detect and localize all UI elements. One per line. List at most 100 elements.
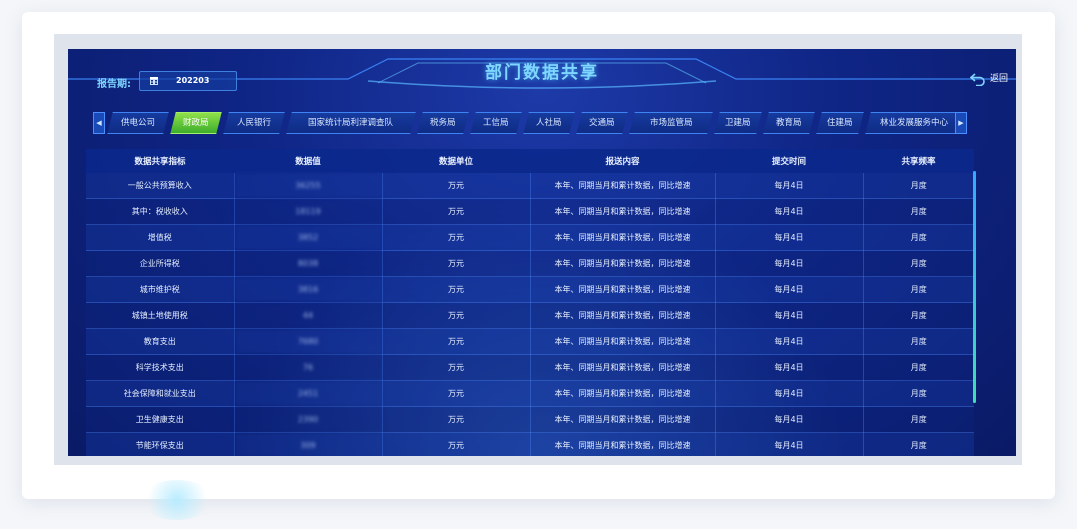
table-cell: 万元 — [382, 432, 531, 456]
dashboard-screen: 部门数据共享 报告期: 202203 返回 ◀ 供电公司 财政局 人民银行 国家统计局… — [68, 49, 1016, 456]
table-header-row: 数据共享指标 数据值 数据单位 报送内容 提交时间 共享频率 — [86, 149, 974, 173]
tab-4[interactable]: 税务局 — [417, 112, 469, 134]
column-header: 数据值 — [234, 149, 382, 173]
table-cell: 月度 — [863, 198, 974, 225]
back-arrow-icon — [969, 72, 985, 86]
data-table-container: 数据共享指标 数据值 数据单位 报送内容 提交时间 共享频率 一般公共预算收入 36255 万… — [86, 149, 974, 456]
tab-label: 供电公司 — [120, 118, 155, 128]
table-cell: 每月4日 — [715, 224, 864, 251]
calendar-icon — [150, 77, 158, 85]
table-cell: 3816 — [234, 276, 383, 303]
table-row: 教育支出 7680 万元 本年、同期当月和累计数据，同比增速 每月4日 月度 — [86, 328, 974, 355]
table-row: 社会保障和就业支出 2451 万元 本年、同期当月和累计数据，同比增速 每月4日 月度 — [86, 380, 974, 407]
tab-1[interactable]: 财政局 — [170, 112, 222, 134]
table-cell: 万元 — [382, 198, 531, 225]
table-cell: 每月4日 — [715, 406, 864, 433]
table-row: 增值税 3852 万元 本年、同期当月和累计数据，同比增速 每月4日 月度 — [86, 224, 974, 251]
data-share-table: 数据共享指标 数据值 数据单位 报送内容 提交时间 共享频率 一般公共预算收入 36255 万… — [86, 149, 974, 456]
back-button[interactable]: 返回 — [969, 71, 1008, 87]
table-cell: 8038 — [234, 250, 383, 277]
tab-label: 教育局 — [776, 118, 802, 128]
tab-label: 工信局 — [483, 118, 509, 128]
table-cell: 万元 — [382, 250, 531, 277]
tab-label: 国家统计局利津调查队 — [308, 118, 394, 128]
table-cell: 月度 — [863, 354, 974, 381]
column-header: 报送内容 — [530, 149, 715, 173]
tab-0[interactable]: 供电公司 — [107, 112, 169, 134]
table-cell: 本年、同期当月和累计数据，同比增速 — [530, 354, 716, 381]
table-cell: 万元 — [382, 380, 531, 407]
tab-6[interactable]: 人社局 — [523, 112, 575, 134]
table-cell: 教育支出 — [86, 328, 235, 355]
column-header: 共享频率 — [863, 149, 974, 173]
table-cell: 每月4日 — [715, 276, 864, 303]
table-cell: 7680 — [234, 328, 383, 355]
table-cell: 社会保障和就业支出 — [86, 380, 235, 407]
table-row: 一般公共预算收入 36255 万元 本年、同期当月和累计数据，同比增速 每月4日 月度 — [86, 173, 974, 199]
table-cell: 本年、同期当月和累计数据，同比增速 — [530, 328, 716, 355]
tab-9[interactable]: 卫建局 — [714, 112, 762, 134]
tabs-scroll-right-button[interactable]: ▶ — [955, 112, 967, 134]
table-row: 企业所得税 8038 万元 本年、同期当月和累计数据，同比增速 每月4日 月度 — [86, 250, 974, 277]
table-cell: 每月4日 — [715, 380, 864, 407]
tab-label: 人民银行 — [236, 118, 271, 128]
table-cell: 月度 — [863, 276, 974, 303]
table-cell: 月度 — [863, 250, 974, 277]
table-cell: 万元 — [382, 328, 531, 355]
department-tabs: 供电公司 财政局 人民银行 国家统计局利津调查队 税务局 工信局 人社局 交通局 市场监管局 卫建… — [92, 112, 968, 134]
table-cell: 万元 — [382, 276, 531, 303]
table-cell: 44 — [234, 302, 383, 329]
tab-2[interactable]: 人民银行 — [223, 112, 285, 134]
table-cell: 本年、同期当月和累计数据，同比增速 — [530, 173, 716, 199]
table-cell: 18119 — [234, 198, 383, 225]
table-cell: 76 — [234, 354, 383, 381]
table-row: 其中：税收收入 18119 万元 本年、同期当月和累计数据，同比增速 每月4日 月度 — [86, 198, 974, 225]
tab-5[interactable]: 工信局 — [470, 112, 522, 134]
table-row: 城镇土地使用税 44 万元 本年、同期当月和累计数据，同比增速 每月4日 月度 — [86, 302, 974, 329]
table-cell: 本年、同期当月和累计数据，同比增速 — [530, 224, 716, 251]
table-cell: 月度 — [863, 302, 974, 329]
tab-label: 卫建局 — [725, 118, 751, 128]
table-cell: 每月4日 — [715, 250, 864, 277]
table-cell: 其中：税收收入 — [86, 198, 235, 225]
report-period-value: 202203 — [176, 76, 210, 85]
table-scrollbar-thumb[interactable] — [973, 171, 976, 403]
table-cell: 企业所得税 — [86, 250, 235, 277]
table-cell: 城市维护税 — [86, 276, 235, 303]
tab-label: 林业发展服务中心 — [879, 118, 948, 128]
tab-3[interactable]: 国家统计局利津调查队 — [286, 112, 416, 134]
table-cell: 本年、同期当月和累计数据，同比增速 — [530, 276, 716, 303]
table-cell: 万元 — [382, 173, 531, 199]
tab-label: 交通局 — [589, 118, 615, 128]
table-cell: 一般公共预算收入 — [86, 173, 235, 199]
table-cell: 每月4日 — [715, 173, 864, 199]
table-cell: 月度 — [863, 380, 974, 407]
tab-12[interactable]: 林业发展服务中心 — [865, 112, 963, 134]
table-cell: 2451 — [234, 380, 383, 407]
table-cell: 本年、同期当月和累计数据，同比增速 — [530, 198, 716, 225]
table-cell: 本年、同期当月和累计数据，同比增速 — [530, 380, 716, 407]
tab-8[interactable]: 市场监管局 — [629, 112, 713, 134]
tab-7[interactable]: 交通局 — [576, 112, 628, 134]
decorative-glow — [140, 480, 214, 520]
table-cell: 月度 — [863, 406, 974, 433]
table-cell: 每月4日 — [715, 354, 864, 381]
tab-11[interactable]: 住建局 — [816, 112, 864, 134]
table-cell: 每月4日 — [715, 302, 864, 329]
tab-10[interactable]: 教育局 — [763, 112, 815, 134]
back-label: 返回 — [989, 74, 1008, 84]
table-cell: 每月4日 — [715, 328, 864, 355]
table-row: 科学技术支出 76 万元 本年、同期当月和累计数据，同比增速 每月4日 月度 — [86, 354, 974, 381]
table-cell: 36255 — [234, 173, 383, 199]
table-cell: 科学技术支出 — [86, 354, 235, 381]
report-period-picker[interactable]: 202203 — [139, 71, 237, 91]
table-cell: 万元 — [382, 302, 531, 329]
table-cell: 本年、同期当月和累计数据，同比增速 — [530, 432, 716, 456]
table-cell: 月度 — [863, 432, 974, 456]
table-cell: 万元 — [382, 354, 531, 381]
column-header: 数据单位 — [382, 149, 530, 173]
table-row: 节能环保支出 309 万元 本年、同期当月和累计数据，同比增速 每月4日 月度 — [86, 432, 974, 456]
tab-label: 人社局 — [536, 118, 562, 128]
table-cell: 节能环保支出 — [86, 432, 235, 456]
tab-label: 住建局 — [827, 118, 853, 128]
